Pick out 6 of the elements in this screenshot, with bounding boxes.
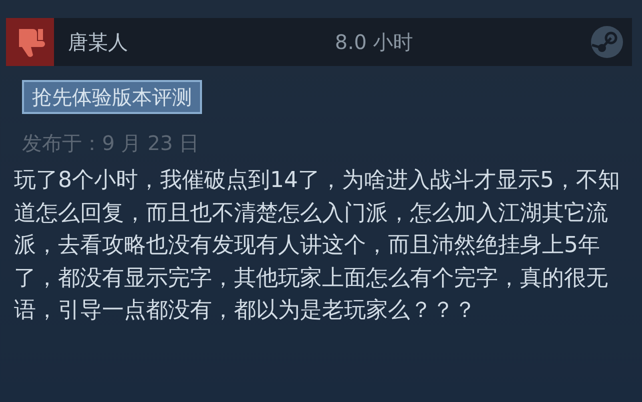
- review-text: 玩了8个小时，我催破点到14了，为啥进入战斗才显示5，不知道怎么回复，而且也不清楚怎么入门派，怎么加入江湖其它流派，去看攻略也没有发现有人讲这个，而且沛然绝挂身上5年了，都没有显示完字，其他玩家上面怎么有个完字，真的很无语，引导一点都没有，都以为是老玩家么？？？: [14, 167, 621, 325]
- early-access-badge: 抢先体验版本评测: [22, 80, 202, 114]
- author-name[interactable]: 唐某人: [68, 28, 218, 56]
- playtime: 8.0 小时: [334, 28, 414, 56]
- steam-logo-icon: [590, 25, 624, 59]
- post-date: 发布于：9 月 23 日: [22, 130, 200, 157]
